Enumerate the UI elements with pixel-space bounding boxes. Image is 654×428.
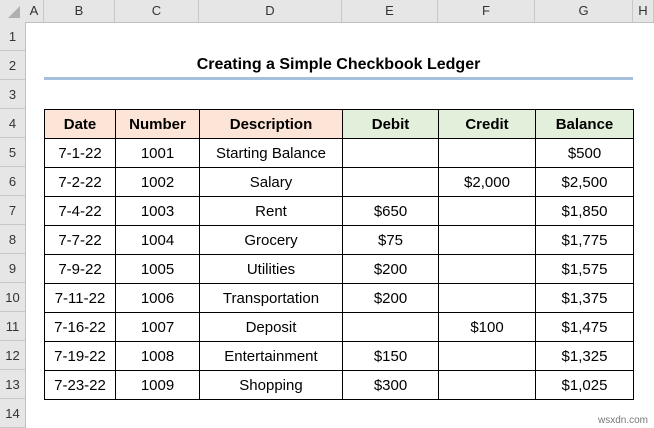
cell-credit[interactable]	[438, 196, 536, 226]
row-header[interactable]: 2	[0, 51, 25, 80]
cell-description[interactable]: Deposit	[199, 312, 343, 342]
cell-description[interactable]: Starting Balance	[199, 138, 343, 168]
cell-balance[interactable]: $1,475	[535, 312, 634, 342]
column-header-c[interactable]: C	[115, 0, 199, 22]
cell-debit[interactable]	[342, 167, 439, 197]
row-header[interactable]: 14	[0, 399, 25, 428]
cell-credit[interactable]	[438, 225, 536, 255]
cell-number[interactable]: 1003	[115, 196, 200, 226]
cell-balance[interactable]: $2,500	[535, 167, 634, 197]
header-debit[interactable]: Debit	[342, 109, 439, 139]
cell-balance[interactable]: $1,775	[535, 225, 634, 255]
row-header[interactable]: 7	[0, 196, 25, 225]
table-row: 7-11-22 1006 Transportation $200 $1,375	[44, 283, 634, 313]
header-number[interactable]: Number	[115, 109, 200, 139]
cell-description[interactable]: Entertainment	[199, 341, 343, 371]
cell-number[interactable]: 1002	[115, 167, 200, 197]
cell-debit[interactable]: $200	[342, 254, 439, 284]
cell-debit[interactable]: $650	[342, 196, 439, 226]
row-header[interactable]: 8	[0, 225, 25, 254]
ledger-table: Date Number Description Debit Credit Bal…	[44, 109, 634, 400]
cell-description[interactable]: Grocery	[199, 225, 343, 255]
cell-credit[interactable]	[438, 283, 536, 313]
cell-date[interactable]: 7-1-22	[44, 138, 116, 168]
cell-number[interactable]: 1005	[115, 254, 200, 284]
cell-date[interactable]: 7-9-22	[44, 254, 116, 284]
cell-number[interactable]: 1004	[115, 225, 200, 255]
column-headers: A B C D E F G H	[0, 0, 654, 23]
table-row: 7-19-22 1008 Entertainment $150 $1,325	[44, 341, 634, 371]
cell-date[interactable]: 7-4-22	[44, 196, 116, 226]
cell-balance[interactable]: $1,850	[535, 196, 634, 226]
cell-debit[interactable]: $200	[342, 283, 439, 313]
cell-credit[interactable]	[438, 370, 536, 400]
table-row: 7-4-22 1003 Rent $650 $1,850	[44, 196, 634, 226]
cell-description[interactable]: Utilities	[199, 254, 343, 284]
cell-number[interactable]: 1009	[115, 370, 200, 400]
column-header-e[interactable]: E	[342, 0, 438, 22]
table-row: 7-9-22 1005 Utilities $200 $1,575	[44, 254, 634, 284]
cell-date[interactable]: 7-2-22	[44, 167, 116, 197]
cell-credit[interactable]: $2,000	[438, 167, 536, 197]
cell-description[interactable]: Shopping	[199, 370, 343, 400]
table-row: 7-23-22 1009 Shopping $300 $1,025	[44, 370, 634, 400]
cell-number[interactable]: 1007	[115, 312, 200, 342]
cell-credit[interactable]: $100	[438, 312, 536, 342]
cell-debit[interactable]: $150	[342, 341, 439, 371]
column-header-a[interactable]: A	[25, 0, 44, 22]
cell-description[interactable]: Transportation	[199, 283, 343, 313]
table-row: 7-7-22 1004 Grocery $75 $1,775	[44, 225, 634, 255]
cell-number[interactable]: 1006	[115, 283, 200, 313]
row-header[interactable]: 9	[0, 254, 25, 283]
column-header-d[interactable]: D	[199, 0, 342, 22]
column-header-b[interactable]: B	[44, 0, 115, 22]
cell-number[interactable]: 1001	[115, 138, 200, 168]
row-header[interactable]: 4	[0, 109, 25, 138]
cell-balance[interactable]: $1,575	[535, 254, 634, 284]
row-header[interactable]: 12	[0, 341, 25, 370]
cell-balance[interactable]: $1,025	[535, 370, 634, 400]
header-balance[interactable]: Balance	[535, 109, 634, 139]
cell-number[interactable]: 1008	[115, 341, 200, 371]
cell-debit[interactable]	[342, 312, 439, 342]
cell-date[interactable]: 7-7-22	[44, 225, 116, 255]
cell-balance[interactable]: $500	[535, 138, 634, 168]
cell-date[interactable]: 7-11-22	[44, 283, 116, 313]
cell-debit[interactable]: $75	[342, 225, 439, 255]
table-row: 7-16-22 1007 Deposit $100 $1,475	[44, 312, 634, 342]
column-header-g[interactable]: G	[535, 0, 633, 22]
column-header-h[interactable]: H	[633, 0, 654, 22]
row-header[interactable]: 6	[0, 167, 25, 196]
table-row: 7-1-22 1001 Starting Balance $500	[44, 138, 634, 168]
row-header[interactable]: 3	[0, 80, 25, 109]
cell-balance[interactable]: $1,375	[535, 283, 634, 313]
row-headers: 1 2 3 4 5 6 7 8 9 10 11 12 13 14	[0, 22, 26, 428]
cell-description[interactable]: Salary	[199, 167, 343, 197]
cell-debit[interactable]: $300	[342, 370, 439, 400]
table-row: 7-2-22 1002 Salary $2,000 $2,500	[44, 167, 634, 197]
cell-date[interactable]: 7-16-22	[44, 312, 116, 342]
cell-date[interactable]: 7-19-22	[44, 341, 116, 371]
sheet-title: Creating a Simple Checkbook Ledger	[44, 51, 633, 80]
cell-description[interactable]: Rent	[199, 196, 343, 226]
select-all-button[interactable]	[8, 6, 20, 18]
header-date[interactable]: Date	[44, 109, 116, 139]
row-header[interactable]: 10	[0, 283, 25, 312]
row-header[interactable]: 11	[0, 312, 25, 341]
watermark: wsxdn.com	[597, 415, 648, 426]
row-header[interactable]: 1	[0, 22, 25, 51]
cell-credit[interactable]	[438, 138, 536, 168]
header-credit[interactable]: Credit	[438, 109, 536, 139]
header-description[interactable]: Description	[199, 109, 343, 139]
cell-balance[interactable]: $1,325	[535, 341, 634, 371]
header-row: Date Number Description Debit Credit Bal…	[44, 109, 634, 139]
cell-credit[interactable]	[438, 341, 536, 371]
row-header[interactable]: 5	[0, 138, 25, 167]
cell-date[interactable]: 7-23-22	[44, 370, 116, 400]
column-header-f[interactable]: F	[438, 0, 535, 22]
cell-debit[interactable]	[342, 138, 439, 168]
cell-credit[interactable]	[438, 254, 536, 284]
row-header[interactable]: 13	[0, 370, 25, 399]
